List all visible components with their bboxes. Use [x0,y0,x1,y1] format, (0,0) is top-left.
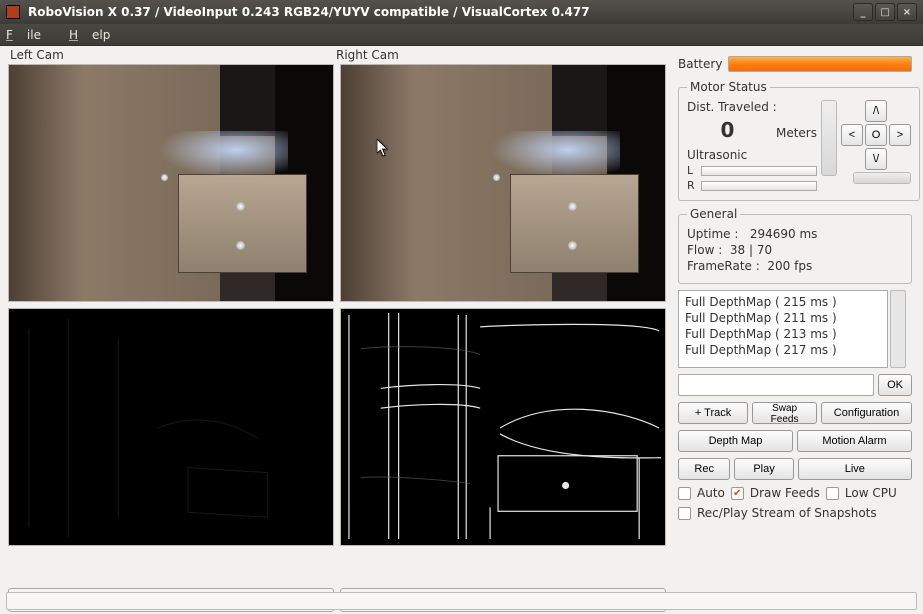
uptime-value: 294690 ms [750,227,818,241]
rec-button[interactable]: Rec [678,458,730,480]
direction-pad: /\ < O > \/ [841,100,911,170]
left-cam-feed[interactable] [8,64,334,302]
ultrasonic-label: Ultrasonic [687,148,817,162]
motor-status-legend: Motor Status [687,80,770,94]
window-titlebar: RoboVision X 0.37 / VideoInput 0.243 RGB… [0,0,923,24]
play-button[interactable]: Play [734,458,793,480]
close-button[interactable]: × [897,3,917,21]
menu-bar: File Help [0,24,923,46]
log-output: Full DepthMap ( 215 ms ) Full DepthMap (… [678,290,888,368]
ultrasonic-left-bar [701,166,817,176]
app-icon [6,5,20,19]
track-button[interactable]: + Track [678,402,748,424]
status-bar [6,592,917,610]
vertical-slider[interactable] [821,100,837,176]
dist-traveled-unit: Meters [776,126,817,140]
right-processed-feed[interactable] [340,308,666,546]
maximize-button[interactable]: □ [875,3,895,21]
log-scrollbar[interactable] [890,290,906,368]
menu-help[interactable]: Help [69,28,124,42]
right-cam-label: Right Cam [334,48,660,62]
auto-checkbox[interactable] [678,487,691,500]
rec-play-snapshots-label: Rec/Play Stream of Snapshots [697,506,877,520]
dpad-left-button[interactable]: < [841,124,863,146]
ultrasonic-left-label: L [687,164,697,177]
general-group: General Uptime : 294690 ms Flow : 38 | 7… [678,207,912,284]
menu-file[interactable]: File [6,28,55,42]
rec-play-snapshots-checkbox[interactable] [678,507,691,520]
dpad-right-button[interactable]: > [889,124,911,146]
uptime-label: Uptime : [687,227,738,241]
ultrasonic-right-label: R [687,179,697,192]
ok-button[interactable]: OK [878,374,912,396]
dist-traveled-value: 0 [687,118,768,142]
flow-value: 38 | 70 [730,243,772,257]
flow-label: Flow : [687,243,722,257]
framerate-label: FrameRate : [687,259,760,273]
right-cam-feed[interactable] [340,64,666,302]
configuration-button[interactable]: Configuration [821,402,912,424]
framerate-value: 200 fps [767,259,812,273]
depth-map-button[interactable]: Depth Map [678,430,793,452]
battery-label: Battery [678,57,722,71]
swap-feeds-button[interactable]: Swap Feeds [752,402,817,424]
left-processed-feed[interactable] [8,308,334,546]
draw-feeds-label: Draw Feeds [750,486,820,500]
ultrasonic-right-bar [701,181,817,191]
workspace: Left Cam Right Cam [0,46,923,614]
live-button[interactable]: Live [798,458,912,480]
minimize-button[interactable]: _ [853,3,873,21]
dpad-down-button[interactable]: \/ [865,148,887,170]
dpad-up-button[interactable]: /\ [865,100,887,122]
draw-feeds-checkbox[interactable] [731,487,744,500]
dist-traveled-label: Dist. Traveled : [687,100,817,114]
left-cam-label: Left Cam [8,48,334,62]
low-cpu-label: Low CPU [845,486,897,500]
horizontal-slider[interactable] [853,172,911,184]
general-legend: General [687,207,740,221]
auto-label: Auto [697,486,725,500]
motion-alarm-button[interactable]: Motion Alarm [797,430,912,452]
command-input[interactable] [678,374,874,396]
dpad-center-button[interactable]: O [865,124,887,146]
motor-status-group: Motor Status Dist. Traveled : 0 Meters U… [678,80,920,201]
battery-bar [728,56,912,72]
low-cpu-checkbox[interactable] [826,487,839,500]
window-title: RoboVision X 0.37 / VideoInput 0.243 RGB… [28,5,590,19]
